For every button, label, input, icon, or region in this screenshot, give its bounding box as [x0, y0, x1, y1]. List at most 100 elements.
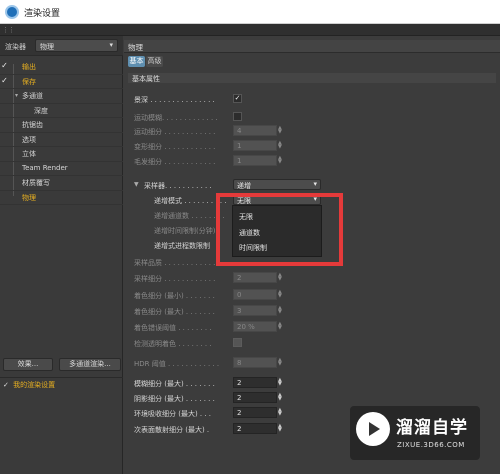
grip-icon[interactable]: ⋮⋮: [2, 26, 15, 34]
shadow-max-value: 2: [237, 394, 242, 402]
tree-item-checkbox[interactable]: [0, 163, 9, 174]
tree-item[interactable]: ✓ 保存: [0, 75, 123, 89]
expand-arrow-icon[interactable]: ▾: [15, 92, 18, 99]
tree-item-checkbox[interactable]: [0, 119, 9, 130]
shading-threshold-field[interactable]: 20 %: [233, 321, 277, 332]
tree-item[interactable]: 深度: [0, 104, 123, 118]
sss-max-label: 次表面散射细分 (最大) .: [134, 426, 210, 434]
stepper-icon[interactable]: ▲ ▼: [278, 393, 282, 402]
tree-item[interactable]: Team Render: [0, 162, 123, 176]
hdr-threshold-field[interactable]: 8: [233, 357, 277, 368]
tree-item-checkbox[interactable]: [0, 134, 9, 145]
tree-item-label: 输出: [22, 63, 36, 71]
expand-arrow-icon[interactable]: ▼: [134, 181, 139, 188]
stepper-icon[interactable]: ▲ ▼: [278, 126, 282, 135]
sss-max-value: 2: [237, 425, 242, 433]
stepper-icon[interactable]: ▲ ▼: [278, 156, 282, 165]
ao-max-value: 2: [237, 409, 242, 417]
ao-max-label: 环境吸收细分 (最大) . . .: [134, 410, 212, 418]
stepper-icon[interactable]: ▲ ▼: [278, 322, 282, 331]
sampling-subdivision-label: 采样细分 . . . . . . . . . . . .: [134, 275, 216, 283]
tree-item-checkbox[interactable]: [0, 192, 9, 203]
tree-item-checkbox[interactable]: ✓: [0, 76, 9, 87]
sampling-subdivision-field[interactable]: 2: [233, 272, 277, 283]
shading-threshold-label: 着色错误阈值 . . . . . . . .: [134, 324, 212, 332]
blur-max-field[interactable]: 2: [233, 377, 277, 388]
stepper-icon[interactable]: ▲ ▼: [278, 141, 282, 150]
stepper-icon[interactable]: ▲ ▼: [278, 378, 282, 387]
row-blur-max: 模糊细分 (最大) . . . . . . . 2 ▲ ▼: [124, 376, 500, 390]
tab-basic[interactable]: 基本: [128, 56, 145, 67]
tree-item-label: 物理: [22, 193, 36, 202]
motion-blur-checkbox[interactable]: [233, 112, 242, 121]
row-shading-max: 着色细分 (最大) . . . . . . . 3 ▲ ▼: [124, 304, 500, 318]
multipass-render-button[interactable]: 多通道渲染...: [59, 358, 121, 371]
tree-item[interactable]: 材质覆写: [0, 176, 123, 191]
row-detect-transparency: 检测透明着色 . . . . . . . .: [124, 336, 500, 350]
settings-tree: ✓ 输出 ✓ 保存 ▾ 多通道 深度抗锯齿选项立体 Team Render 材质覆写物理: [0, 60, 123, 205]
window-title: 渲染设置: [24, 9, 61, 19]
tree-item[interactable]: ✓ 输出: [0, 60, 123, 75]
effects-button[interactable]: 效果...: [3, 358, 53, 371]
tree-item-checkbox[interactable]: [0, 90, 9, 101]
hair-subdivision-field[interactable]: 1: [233, 155, 277, 166]
shadow-max-field[interactable]: 2: [233, 392, 277, 403]
depth-of-field-checkbox[interactable]: ✓: [233, 94, 242, 103]
preset-checkbox[interactable]: ✓: [3, 381, 9, 389]
hair-subdivision-value: 1: [237, 157, 242, 165]
hdr-threshold-value: 8: [237, 359, 242, 367]
sampler-select[interactable]: 递增 ▾: [233, 179, 321, 190]
app-icon: [5, 5, 19, 19]
stepper-icon[interactable]: ▲ ▼: [278, 408, 282, 417]
sss-max-field[interactable]: 2: [233, 423, 277, 434]
row-motion-subdivision: 运动细分 . . . . . . . . . . . . 4 ▲ ▼: [124, 124, 500, 138]
tree-item-label: 立体: [22, 150, 36, 158]
tree-item-checkbox[interactable]: ✓: [0, 61, 9, 72]
shading-min-field[interactable]: 0: [233, 289, 277, 300]
toolbar-strip: [0, 24, 500, 36]
renderer-select[interactable]: 物理 ▾: [35, 39, 118, 52]
shading-min-label: 着色细分 (最小) . . . . . . .: [134, 292, 215, 300]
row-shading-min: 着色细分 (最小) . . . . . . . 0 ▲ ▼: [124, 288, 500, 302]
settings-tree-panel: 渲染器 物理 ▾ ✓ 输出 ✓ 保存 ▾ 多通道 深度抗锯齿选项立体 Team Render 材…: [0, 36, 123, 474]
tree-item[interactable]: 立体: [0, 147, 123, 162]
stepper-icon[interactable]: ▲ ▼: [278, 290, 282, 299]
motion-blur-label: 运动模糊. . . . . . . . . . . . .: [134, 114, 218, 122]
tree-item[interactable]: ▾ 多通道: [0, 89, 123, 104]
tree-item[interactable]: 抗锯齿: [0, 118, 123, 133]
renderer-select-value: 物理: [40, 43, 54, 51]
tree-item-label: 抗锯齿: [22, 121, 43, 129]
hair-subdivision-label: 毛发细分 . . . . . . . . . . . .: [134, 158, 216, 166]
row-depth-of-field: 景深 . . . . . . . . . . . . . . . ✓: [124, 92, 500, 106]
divider: [0, 377, 123, 378]
tree-item-checkbox[interactable]: [0, 105, 9, 116]
tree-item-label: 选项: [22, 135, 36, 144]
shadow-max-label: 阴影细分 (最大) . . . . . . .: [134, 395, 215, 403]
tab-advanced[interactable]: 高级: [146, 56, 163, 67]
detect-transparency-checkbox[interactable]: [233, 338, 242, 347]
renderer-row: 渲染器 物理 ▾: [0, 36, 123, 56]
preset-label: 我的渲染设置: [13, 381, 56, 389]
stepper-icon[interactable]: ▲ ▼: [278, 306, 282, 315]
chevron-down-icon: ▾: [313, 180, 317, 188]
preset-item[interactable]: ✓ 我的渲染设置: [3, 380, 55, 390]
row-hdr-threshold: HDR 阈值 . . . . . . . . . . . . 8 ▲ ▼: [124, 356, 500, 370]
deform-subdivision-field[interactable]: 1: [233, 140, 277, 151]
tree-item[interactable]: 选项: [0, 133, 123, 147]
tree-item-label: Team Render: [22, 163, 68, 172]
row-sampler: ▼ 采样器. . . . . . . . . . . 递增 ▾: [124, 178, 500, 192]
shading-max-field[interactable]: 3: [233, 305, 277, 316]
tree-item[interactable]: 物理: [0, 191, 123, 205]
stepper-icon[interactable]: ▲ ▼: [278, 424, 282, 433]
play-logo-icon: [356, 412, 390, 446]
hdr-threshold-label: HDR 阈值 . . . . . . . . . . . .: [134, 360, 220, 368]
blur-max-value: 2: [237, 379, 242, 387]
tree-item-checkbox[interactable]: [0, 177, 9, 188]
row-shadow-max: 阴影细分 (最大) . . . . . . . 2 ▲ ▼: [124, 391, 500, 405]
motion-subdivision-field[interactable]: 4: [233, 125, 277, 136]
stepper-icon[interactable]: ▲ ▼: [278, 358, 282, 367]
tree-item-checkbox[interactable]: [0, 148, 9, 159]
ao-max-field[interactable]: 2: [233, 407, 277, 418]
stepper-icon[interactable]: ▲ ▼: [278, 273, 282, 282]
group-title-text: 基本属性: [132, 75, 160, 83]
